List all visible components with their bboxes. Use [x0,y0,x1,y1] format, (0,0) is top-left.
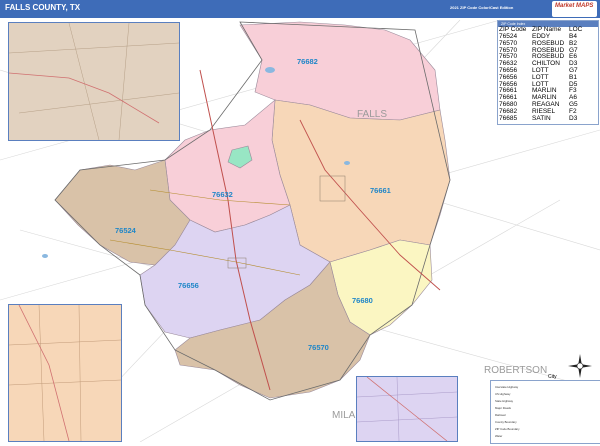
county-label-robertson: ROBERTSON [484,365,547,376]
legend-loc: D3 [569,114,578,122]
inset-map-top-left [8,22,180,141]
zip-label-76682: 76682 [297,57,318,66]
map-key-row: Interstate Highway [495,385,519,389]
inset-map-top-left-svg [8,22,180,141]
map-key-row: Railroad [495,413,506,417]
map-key-row: Major Roads [495,406,511,410]
zip-area-76661 [271,99,451,263]
legend-name: SATIN [532,114,551,122]
inset-map-bottom-center-svg [356,376,458,442]
county-label-falls: FALLS [357,109,387,120]
zip-label-76656: 76656 [178,281,199,290]
legend-row: 76685 SATIN D3 [498,114,598,123]
map-title: FALLS COUNTY, TX [5,3,81,12]
map-key: Interstate Highway US Highway State Highwa… [490,380,600,444]
map-key-row: ZIP Code Boundary [495,427,520,431]
zip-area-76632 [164,99,291,233]
zip-index-legend: ZIP Code Index ZIP Code ZIP Name LOC 765… [497,20,599,125]
logo-text: Market MAPS [555,3,594,9]
county-label-milam: MILA [332,410,356,421]
title-bar: FALLS COUNTY, TX 2021 ZIP Code Color/Cas… [0,0,600,18]
zip-label-76680: 76680 [352,296,373,305]
map-edition: 2021 ZIP Code Color/Cast Edition [450,5,514,10]
zip-label-76570: 76570 [308,343,329,352]
map-key-row: US Highway [495,392,511,396]
publisher-logo: Market MAPS [552,1,597,17]
zip-label-76524: 76524 [115,226,137,235]
zip-label-76661: 76661 [370,186,391,195]
compass-rose [568,354,592,378]
map-key-row: Water [495,434,503,438]
legend-zip: 76685 [499,114,518,122]
map-key-row: State Highway [495,399,514,403]
map-key-row: County Boundary [495,420,517,424]
inset-map-bottom-center [356,376,458,442]
inset-map-bottom-left [8,304,122,442]
inset-map-bottom-left-svg [8,304,122,442]
zip-label-76632: 76632 [212,190,233,199]
